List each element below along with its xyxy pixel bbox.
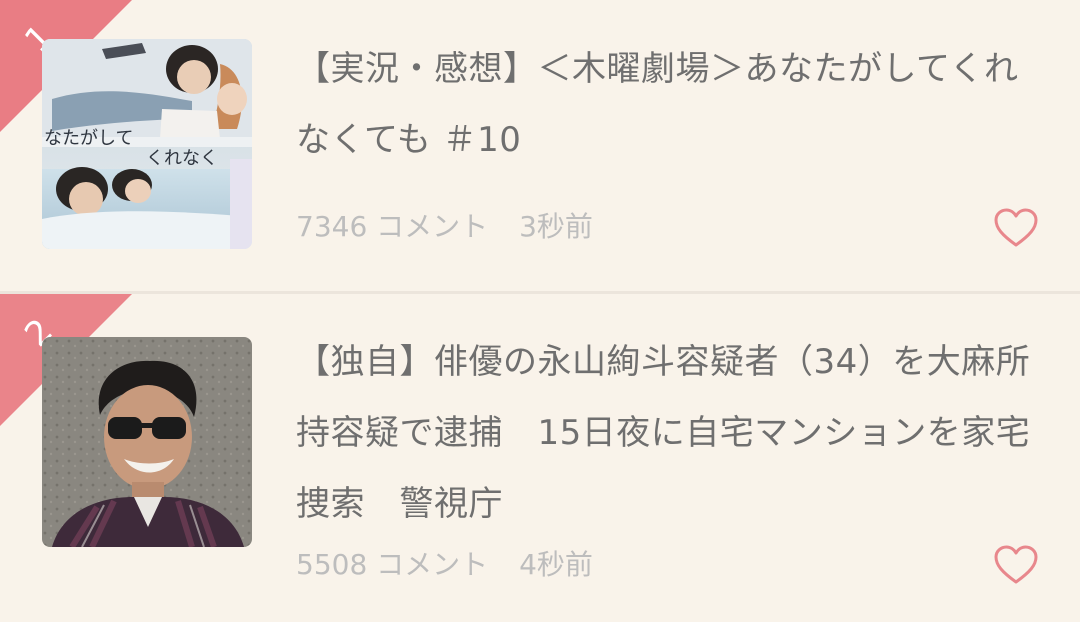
drama-poster-thumbnail[interactable]: なたがして くれなく (42, 39, 252, 249)
article-meta: 5508 コメント 4秒前 (296, 545, 593, 585)
article-title[interactable]: 【独自】俳優の永山絢斗容疑者（34）を大麻所持容疑で逮捕 15日夜に自宅マンショ… (296, 327, 1036, 540)
thumbnail-caption-2: くれなく (146, 148, 218, 169)
heart-outline-icon[interactable] (994, 208, 1038, 248)
comment-count: 5508 (296, 548, 368, 581)
article-meta: 7346 コメント 3秒前 (296, 207, 593, 247)
posted-time: 3秒前 (519, 210, 593, 243)
thumbnail-caption-1: なたがして (44, 128, 133, 149)
person-photo-thumbnail[interactable] (42, 337, 252, 547)
comment-count: 7346 (296, 210, 368, 243)
posted-time: 4秒前 (519, 548, 593, 581)
comment-label: コメント (376, 548, 489, 581)
ranking-list: 1 なたがして くれなく 【実況・感想】＜木曜劇場＞あなたがしてくれなくても ＃… (0, 0, 1080, 622)
heart-outline-icon[interactable] (994, 545, 1038, 585)
ranking-item[interactable]: 1 なたがして くれなく 【実況・感想】＜木曜劇場＞あなたがしてくれなくても ＃… (0, 0, 1080, 291)
comment-label: コメント (376, 210, 489, 243)
article-title[interactable]: 【実況・感想】＜木曜劇場＞あなたがしてくれなくても ＃10 (296, 34, 1036, 176)
ranking-item[interactable]: 2 【独自】俳優の永山絢斗容疑者（34）を大麻所持容疑で逮捕 15日夜に自宅マン… (0, 294, 1080, 622)
